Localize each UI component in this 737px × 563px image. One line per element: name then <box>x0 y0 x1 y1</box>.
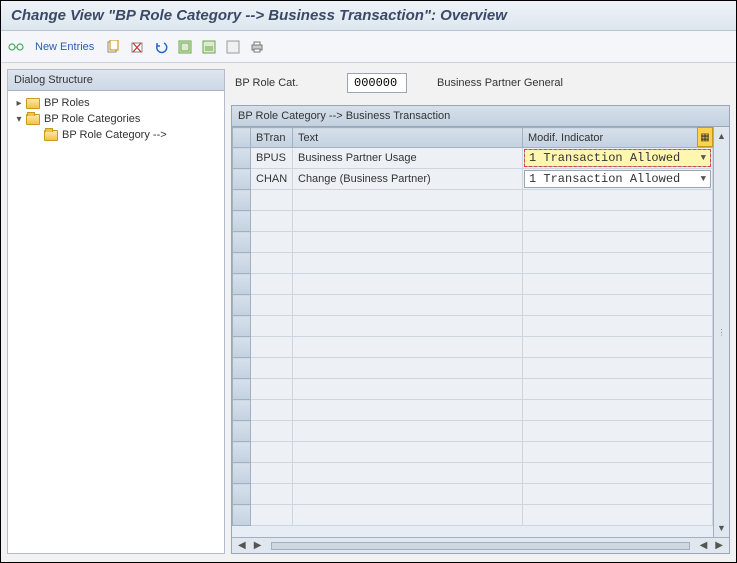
scroll-up-icon[interactable]: ▲ <box>715 129 728 143</box>
print-icon[interactable] <box>248 38 266 56</box>
main-area: BP Role Cat. Business Partner General BP… <box>229 63 736 560</box>
row-selector[interactable] <box>233 232 251 253</box>
modif-indicator-dropdown[interactable]: 1 Transaction Allowed ▼ <box>524 149 711 167</box>
col-header-btran[interactable]: BTran <box>251 128 293 148</box>
table-row-empty <box>233 442 713 463</box>
deselect-all-icon[interactable] <box>224 38 242 56</box>
row-selector[interactable] <box>233 295 251 316</box>
tree-toggle-icon[interactable]: ▸ <box>14 98 24 109</box>
new-entries-button[interactable]: New Entries <box>31 39 98 55</box>
modif-indicator-dropdown[interactable]: 1 Transaction Allowed ▼ <box>524 170 711 188</box>
row-selector[interactable] <box>233 379 251 400</box>
grid-title: BP Role Category --> Business Transactio… <box>232 106 729 127</box>
copy-icon[interactable] <box>104 38 122 56</box>
scroll-right2-icon[interactable]: ▶ <box>713 540 725 551</box>
dialog-structure-panel: Dialog Structure ▸ BP Roles ▾ BP Role Categ… <box>7 69 225 554</box>
table-row-empty <box>233 379 713 400</box>
folder-icon <box>26 98 40 109</box>
table-row: CHANChange (Business Partner)1 Transacti… <box>233 169 713 190</box>
row-selector[interactable] <box>233 484 251 505</box>
tree-item[interactable]: ▸ BP Roles <box>10 95 222 111</box>
cell-text: Change (Business Partner) <box>293 171 522 187</box>
table-row-empty <box>233 211 713 232</box>
row-selector[interactable] <box>233 190 251 211</box>
scroll-left-icon[interactable]: ◀ <box>236 540 248 551</box>
col-header-text[interactable]: Text <box>293 128 523 148</box>
row-selector[interactable] <box>233 400 251 421</box>
chevron-down-icon: ▼ <box>701 153 706 163</box>
table-row: BPUSBusiness Partner Usage1 Transaction … <box>233 148 713 169</box>
table-row-empty <box>233 232 713 253</box>
table-row-empty <box>233 484 713 505</box>
toolbar: New Entries <box>1 31 736 63</box>
table-row-empty <box>233 316 713 337</box>
delete-icon[interactable] <box>128 38 146 56</box>
col-header-modif[interactable]: Modif. Indicator ▦ <box>523 128 713 148</box>
table-row-empty <box>233 295 713 316</box>
table-row-empty <box>233 505 713 526</box>
sidebar-header: Dialog Structure <box>8 70 224 91</box>
tree-item-label: BP Roles <box>44 97 90 109</box>
dropdown-value: 1 Transaction Allowed <box>529 172 680 186</box>
table-row-empty <box>233 337 713 358</box>
tree-item[interactable]: ▾ BP Role Categories <box>10 111 222 127</box>
folder-icon <box>26 114 40 125</box>
select-block-icon[interactable] <box>200 38 218 56</box>
dropdown-value: 1 Transaction Allowed <box>529 151 680 165</box>
horizontal-scrollbar[interactable]: ◀ ▶ ◀ ▶ <box>232 537 729 553</box>
table-row-empty <box>233 190 713 211</box>
scroll-down-icon[interactable]: ▼ <box>715 521 728 535</box>
table-row-empty <box>233 463 713 484</box>
folder-icon <box>44 130 58 141</box>
undo-icon[interactable] <box>152 38 170 56</box>
row-selector-header[interactable] <box>233 128 251 148</box>
table-row-empty <box>233 358 713 379</box>
table-row-empty <box>233 253 713 274</box>
cell-btran: BPUS <box>251 150 292 166</box>
tree-item-label: BP Role Category --> <box>62 129 167 141</box>
row-selector[interactable] <box>233 211 251 232</box>
chevron-down-icon: ▼ <box>701 174 706 184</box>
grid-table: BTran Text Modif. Indicator ▦ BPUSBusine… <box>232 127 713 526</box>
header-fields: BP Role Cat. Business Partner General <box>231 69 730 105</box>
tree-toggle-icon[interactable]: ▾ <box>14 114 24 125</box>
row-selector[interactable] <box>233 148 251 169</box>
row-selector[interactable] <box>233 337 251 358</box>
role-cat-input[interactable] <box>347 73 407 93</box>
table-settings-icon[interactable]: ▦ <box>697 127 713 147</box>
tree-item-label: BP Role Categories <box>44 113 140 125</box>
cell-btran: CHAN <box>251 171 292 187</box>
role-cat-label: BP Role Cat. <box>235 77 335 89</box>
row-selector[interactable] <box>233 421 251 442</box>
scrollbar-track[interactable] <box>271 542 689 550</box>
select-all-icon[interactable] <box>176 38 194 56</box>
row-selector[interactable] <box>233 358 251 379</box>
cell-text: Business Partner Usage <box>293 150 522 166</box>
scroll-right-icon[interactable]: ▶ <box>252 540 264 551</box>
window-title: Change View "BP Role Category --> Busine… <box>1 1 736 31</box>
role-cat-text: Business Partner General <box>437 77 563 89</box>
table-row-empty <box>233 421 713 442</box>
tree: ▸ BP Roles ▾ BP Role Categories BP Role Cate… <box>8 91 224 553</box>
row-selector[interactable] <box>233 442 251 463</box>
row-selector[interactable] <box>233 169 251 190</box>
vertical-scrollbar[interactable]: ▲ ⋮ ▼ <box>713 127 729 537</box>
glasses-icon[interactable] <box>7 38 25 56</box>
row-selector[interactable] <box>233 505 251 526</box>
row-selector[interactable] <box>233 463 251 484</box>
tree-item[interactable]: BP Role Category --> <box>10 127 222 143</box>
table-row-empty <box>233 400 713 421</box>
grid: BP Role Category --> Business Transactio… <box>231 105 730 554</box>
scroll-left2-icon[interactable]: ◀ <box>698 540 710 551</box>
row-selector[interactable] <box>233 316 251 337</box>
row-selector[interactable] <box>233 274 251 295</box>
table-row-empty <box>233 274 713 295</box>
row-selector[interactable] <box>233 253 251 274</box>
